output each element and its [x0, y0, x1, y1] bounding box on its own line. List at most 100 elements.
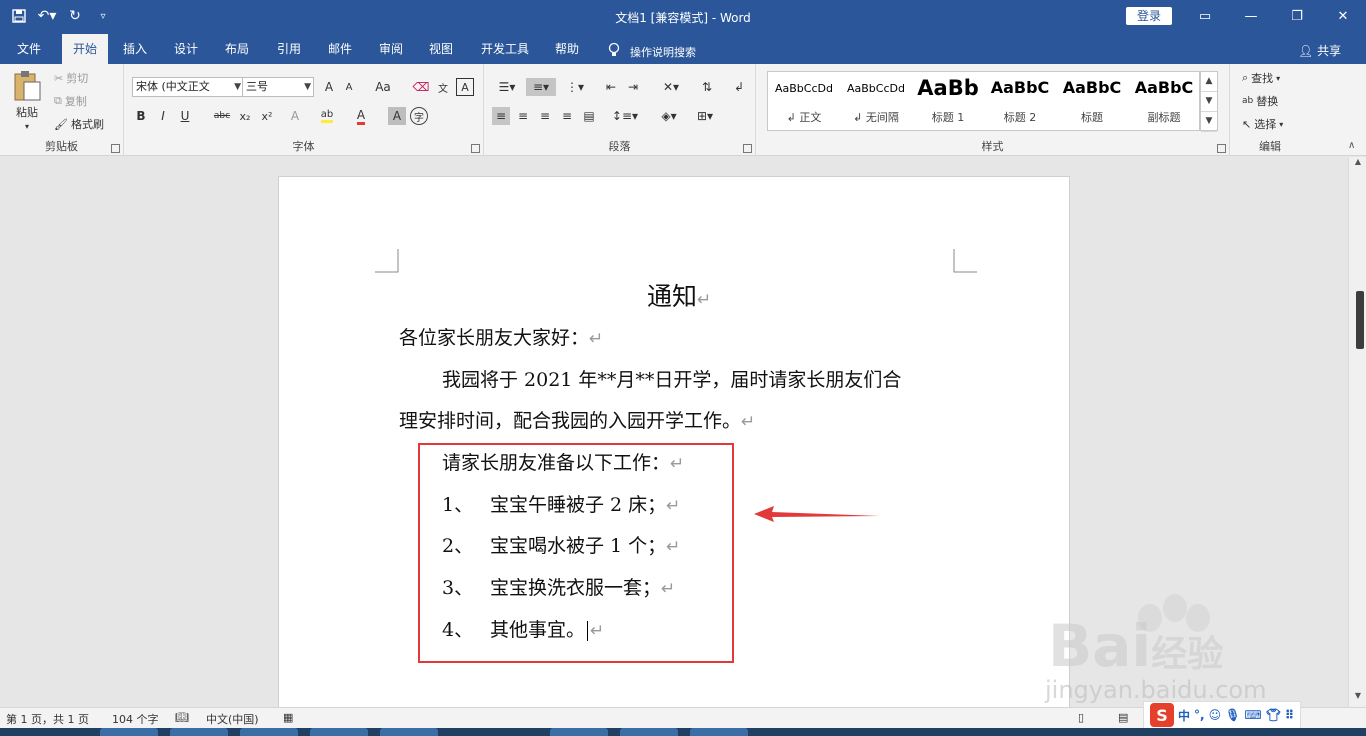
- tab-view[interactable]: 视图: [418, 34, 464, 64]
- font-launcher-icon[interactable]: [471, 144, 480, 153]
- font-color-icon[interactable]: A: [352, 107, 370, 125]
- align-right-icon[interactable]: ≡: [536, 107, 554, 125]
- find-button[interactable]: ⌕ 查找 ▾: [1242, 70, 1280, 86]
- tell-me-search[interactable]: 操作说明搜索: [608, 42, 696, 61]
- highlight-icon[interactable]: ab: [318, 107, 336, 125]
- chevron-up-icon[interactable]: ▲: [1349, 157, 1366, 173]
- ime-mode[interactable]: 中: [1178, 707, 1190, 724]
- taskbar-item[interactable]: [170, 728, 228, 736]
- replace-button[interactable]: ab 替换: [1242, 93, 1278, 109]
- grid-icon[interactable]: ⠿: [1285, 708, 1294, 722]
- grow-font-icon[interactable]: A: [320, 78, 338, 96]
- document-page[interactable]: 通知↵ 各位家长朋友大家好：↵ 我园将于 2021 年**月**日开学，届时请家…: [278, 176, 1070, 716]
- skin-icon[interactable]: 👕︎: [1266, 708, 1281, 722]
- distributed-icon[interactable]: ▤: [580, 107, 598, 125]
- style-title[interactable]: AaBbC 标题: [1056, 72, 1128, 130]
- minimize-icon[interactable]: —: [1228, 4, 1274, 28]
- tab-design[interactable]: 设计: [163, 34, 209, 64]
- align-left-icon[interactable]: ≡: [492, 107, 510, 125]
- decrease-indent-icon[interactable]: ⇤: [602, 78, 620, 96]
- ime-toolbar[interactable]: S 中 °, ☺ 🎙︎ ⌨ 👕︎ ⠿: [1143, 701, 1302, 729]
- show-marks-icon[interactable]: ↲: [730, 78, 748, 96]
- vertical-scrollbar[interactable]: ▲ ▼: [1348, 157, 1366, 707]
- more-styles-icon[interactable]: ▼: [1201, 112, 1217, 132]
- select-button[interactable]: ↖ 选择 ▾: [1242, 116, 1283, 132]
- taskbar-item[interactable]: [100, 728, 158, 736]
- taskbar-item[interactable]: [620, 728, 678, 736]
- paragraph-launcher-icon[interactable]: [743, 144, 752, 153]
- line-spacing-icon[interactable]: ↕≡▾: [610, 107, 640, 125]
- superscript-icon[interactable]: x²: [258, 107, 276, 125]
- taskbar-item[interactable]: [550, 728, 608, 736]
- tab-references[interactable]: 引用: [266, 34, 312, 64]
- italic-icon[interactable]: I: [154, 107, 172, 125]
- shading-icon[interactable]: ◈▾: [654, 107, 684, 125]
- styles-launcher-icon[interactable]: [1217, 144, 1226, 153]
- style-subtitle[interactable]: AaBbC 副标题: [1128, 72, 1200, 130]
- copy-button[interactable]: ⧉ 复制: [54, 93, 87, 109]
- borders-icon[interactable]: ⊞▾: [690, 107, 720, 125]
- page-count[interactable]: 第 1 页，共 1 页: [6, 711, 89, 727]
- align-center-icon[interactable]: ≡: [514, 107, 532, 125]
- share-button[interactable]: 👤︎ 共享: [1298, 42, 1341, 59]
- print-layout-icon[interactable]: ▤: [1118, 711, 1128, 724]
- style-no-spacing[interactable]: AaBbCcDd ↲ 无间隔: [840, 72, 912, 130]
- word-count[interactable]: 104 个字: [112, 711, 159, 727]
- tab-home[interactable]: 开始: [62, 34, 108, 64]
- tab-help[interactable]: 帮助: [544, 34, 590, 64]
- increase-indent-icon[interactable]: ⇥: [624, 78, 642, 96]
- style-normal[interactable]: AaBbCcDd ↲ 正文: [768, 72, 840, 130]
- font-name-combo[interactable]: 宋体 (中文正文 ▼: [132, 77, 244, 97]
- proofing-icon[interactable]: 📖︎: [175, 711, 189, 724]
- shrink-font-icon[interactable]: A: [340, 78, 358, 96]
- taskbar-item[interactable]: [240, 728, 298, 736]
- change-case-icon[interactable]: Aa: [368, 78, 398, 96]
- chinese-layout-icon[interactable]: ✕▾: [658, 78, 684, 96]
- styles-scroller[interactable]: ▲ ▼ ▼: [1200, 71, 1218, 132]
- close-icon[interactable]: ✕: [1320, 4, 1366, 28]
- phonetic-guide-icon[interactable]: 文: [434, 78, 452, 96]
- paste-button[interactable]: 粘贴 ▾: [12, 70, 42, 131]
- chevron-up-icon[interactable]: ▲: [1201, 72, 1217, 92]
- underline-icon[interactable]: U: [176, 107, 194, 125]
- taskbar-item[interactable]: [380, 728, 438, 736]
- clipboard-launcher-icon[interactable]: [111, 144, 120, 153]
- tab-layout[interactable]: 布局: [214, 34, 260, 64]
- taskbar-item[interactable]: [310, 728, 368, 736]
- restore-icon[interactable]: ❐: [1274, 4, 1320, 28]
- enclose-characters-icon[interactable]: 字: [410, 107, 428, 125]
- macro-icon[interactable]: ▦: [283, 711, 293, 724]
- sort-icon[interactable]: ⇅: [698, 78, 716, 96]
- tab-review[interactable]: 审阅: [368, 34, 414, 64]
- numbering-icon[interactable]: ≡▾: [526, 78, 556, 96]
- multilevel-list-icon[interactable]: ⋮▾: [562, 78, 588, 96]
- text-effects-icon[interactable]: A: [286, 107, 304, 125]
- format-painter-button[interactable]: 🖌︎ 格式刷: [54, 116, 104, 132]
- collapse-ribbon-icon[interactable]: ∧: [1348, 140, 1355, 151]
- strikethrough-icon[interactable]: abc: [210, 107, 234, 125]
- bullets-icon[interactable]: ☰▾: [494, 78, 520, 96]
- chevron-down-icon[interactable]: ▼: [1201, 92, 1217, 112]
- taskbar-item[interactable]: [690, 728, 748, 736]
- style-heading-2[interactable]: AaBbC 标题 2: [984, 72, 1056, 130]
- chevron-down-icon[interactable]: ▼: [1349, 691, 1366, 707]
- keyboard-icon[interactable]: ⌨: [1244, 708, 1261, 722]
- language-status[interactable]: 中文(中国): [206, 711, 259, 727]
- style-heading-1[interactable]: AaBb 标题 1: [912, 72, 984, 130]
- scroll-thumb[interactable]: [1356, 291, 1364, 349]
- clear-formatting-icon[interactable]: ⌫: [412, 78, 430, 96]
- tab-developer[interactable]: 开发工具: [472, 34, 538, 64]
- tab-insert[interactable]: 插入: [112, 34, 158, 64]
- character-shading-icon[interactable]: A: [388, 107, 406, 125]
- tab-mailings[interactable]: 邮件: [317, 34, 363, 64]
- ribbon-display-options-icon[interactable]: ▭: [1182, 4, 1228, 28]
- justify-icon[interactable]: ≡: [558, 107, 576, 125]
- read-mode-icon[interactable]: ▯: [1078, 711, 1084, 724]
- cut-button[interactable]: ✂ 剪切: [54, 70, 88, 86]
- login-button[interactable]: 登录: [1126, 7, 1172, 25]
- microphone-icon[interactable]: 🎙︎: [1225, 708, 1240, 722]
- subscript-icon[interactable]: x₂: [236, 107, 254, 125]
- punctuation-icon[interactable]: °,: [1194, 708, 1205, 722]
- bold-icon[interactable]: B: [132, 107, 150, 125]
- emoji-icon[interactable]: ☺: [1209, 708, 1222, 722]
